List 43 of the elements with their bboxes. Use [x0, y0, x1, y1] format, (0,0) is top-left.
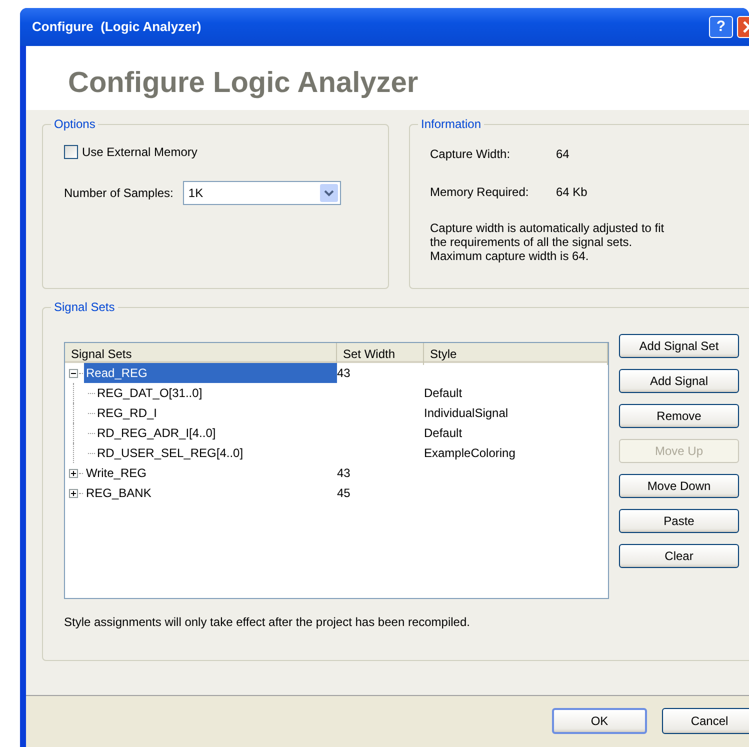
dialog-heading: Configure Logic Analyzer — [68, 66, 420, 101]
note-text: Style assignments will only take effect after the project has been recompiled. — [64, 614, 470, 631]
action-button[interactable]: Move Down — [619, 474, 739, 498]
action-button[interactable]: Add Signal — [619, 369, 739, 393]
tree-item[interactable]: RD_REG_ADR_I[4..0] — [97, 424, 216, 442]
tree-item[interactable]: REG_RD_I — [97, 404, 158, 422]
collapse-icon[interactable] — [69, 368, 78, 378]
info-label: Capture Width: — [430, 146, 512, 163]
cancel-button[interactable]: Cancel — [662, 708, 749, 734]
tree-item[interactable]: REG_DAT_O[31..0] — [97, 384, 202, 402]
info-value: 64 — [556, 146, 570, 163]
info-label: Memory Required: — [430, 184, 530, 201]
action-button[interactable]: Clear — [619, 544, 739, 568]
table-cell-text: ExampleColoring — [424, 445, 516, 462]
action-button[interactable]: Remove — [619, 404, 739, 428]
table-cell-text: Default — [424, 385, 464, 402]
samples-label: Number of Samples: — [64, 185, 174, 202]
signal-set-tree[interactable]: Signal Sets Set Width Style Read_REG 43 REG_DAT_O[31..0] Default REG_RD_I IndividualSignal RD_REG_ADR_I[4..0] Default RD_USER_SEL_REG[4..0] ExampleColoring Write_REG 43 REG_BANK 45 — [64, 342, 609, 599]
group-title: Information — [418, 117, 484, 131]
tree-item[interactable]: Read_REG — [84, 363, 337, 383]
action-button[interactable]: Add Signal Set — [619, 334, 739, 358]
column-header[interactable]: Style — [424, 343, 608, 365]
info-value: 64 Kb — [556, 184, 588, 201]
use-external-memory-checkbox[interactable] — [64, 145, 78, 159]
checkbox-label: Use External Memory — [82, 144, 198, 161]
table-cell-text: IndividualSignal — [424, 405, 510, 422]
expand-icon[interactable] — [69, 468, 78, 478]
samples-dropdown[interactable]: 1K — [183, 181, 342, 205]
table-cell-text: 43 — [337, 365, 352, 382]
tree-item[interactable]: REG_BANK — [84, 483, 154, 503]
table-cell-text: 45 — [337, 485, 352, 502]
table-cell-text: 43 — [337, 465, 352, 482]
group-title: Signal Sets — [51, 300, 118, 314]
expand-icon[interactable] — [69, 488, 78, 498]
window-title: Configure (Logic Analyzer) — [32, 18, 202, 36]
group-title: Options — [51, 117, 98, 131]
info-note: Capture width is automatically adjusted to fit the requirements of all the signal sets. Maximum capture width is 64. — [430, 221, 664, 263]
action-button[interactable]: Paste — [619, 509, 739, 533]
help-button[interactable]: ? — [709, 16, 733, 38]
tree-item[interactable]: RD_USER_SEL_REG[4..0] — [97, 444, 244, 462]
tree-item[interactable]: Write_REG — [84, 463, 148, 483]
ok-button[interactable]: OK — [552, 708, 647, 734]
table-cell-text: Default — [424, 425, 464, 442]
